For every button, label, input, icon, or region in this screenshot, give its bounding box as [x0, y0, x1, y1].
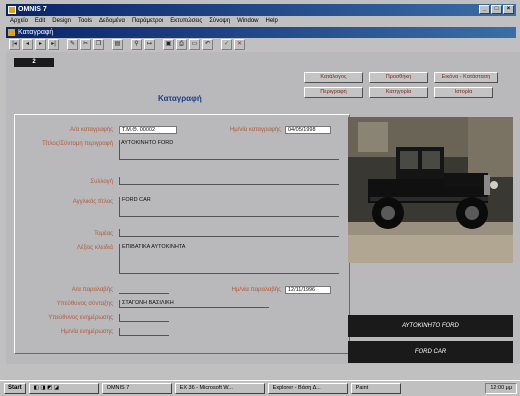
record-number: 2 [14, 58, 54, 67]
menu-window[interactable]: Window [237, 16, 258, 27]
menu-edit[interactable]: Edit [35, 16, 45, 27]
keywords-field[interactable]: ΕΠΙΒΑΤΙΚΑ ΑΥΤΟΚΙΝΗΤΑ [119, 244, 339, 274]
menu-summary[interactable]: Σύνοψη [209, 16, 230, 27]
task-paint[interactable]: Paint [350, 383, 401, 394]
goto-icon[interactable]: ↦ [144, 39, 155, 50]
menu-reports[interactable]: Εκτυπώσεις [170, 16, 202, 27]
close-icon[interactable]: × [503, 5, 514, 14]
exhibit-photo [348, 117, 513, 263]
task-explorer[interactable]: Explorer - Βάση Δ... [267, 383, 348, 394]
menu-file[interactable]: Αρχείο [10, 16, 28, 27]
start-button[interactable]: Start [4, 383, 26, 394]
menu-design[interactable]: Design [52, 16, 71, 27]
collection-label: Συλλογή [90, 179, 113, 185]
description-button[interactable]: Περιγραφή [304, 87, 363, 98]
quick-launch[interactable]: ◧ ◨ ◩ ◪ [28, 383, 99, 394]
receipt-number-field[interactable] [119, 286, 169, 294]
next-record-icon[interactable]: ▸ [35, 39, 46, 50]
edit-icon[interactable]: ✎ [67, 39, 78, 50]
english-title-field[interactable]: FORD CAR [119, 197, 339, 217]
cut-icon[interactable]: ✂ [80, 39, 91, 50]
collection-field[interactable] [119, 177, 339, 185]
menu-tools[interactable]: Tools [78, 16, 92, 27]
section-field[interactable] [119, 229, 339, 237]
print-icon[interactable]: ⎙ [176, 39, 187, 50]
menu-bar: Αρχείο Edit Design Tools Δεδομένα Παράμε… [6, 16, 516, 27]
caption-greek: ΑΥΤΟΚΙΝΗΤΟ FORD [348, 315, 513, 337]
find-icon[interactable]: ▤ [112, 39, 123, 50]
list-button[interactable]: Κατάλογος [304, 72, 363, 83]
catalog-date-field[interactable]: 04/05/1998 [285, 126, 331, 134]
first-record-icon[interactable]: |◂ [9, 39, 20, 50]
receipt-date-label: Ημ/νία παραλαβής [231, 287, 281, 293]
delete-icon[interactable]: ▭ [189, 39, 200, 50]
taskbar: Start ◧ ◨ ◩ ◪ OMNIS 7 EX 36 - Microsoft … [0, 380, 520, 396]
vintage-car-image [348, 117, 513, 263]
owner-responsible-field[interactable]: ΣΤΑΓΩΝΗ ΒΑΣΙΛΙΚΗ [119, 300, 269, 308]
history-button[interactable]: Ιστορία [434, 87, 493, 98]
form-window-icon [8, 29, 15, 36]
update-responsible-field[interactable] [119, 314, 169, 322]
receipt-number-label: Α/α παραλαβής [71, 287, 113, 293]
system-tray-clock: 12:00 μμ [485, 383, 517, 394]
task-omnis[interactable]: OMNIS 7 [101, 383, 172, 394]
binoculars-icon[interactable]: ⚲ [131, 39, 142, 50]
omnis-app-icon [8, 6, 16, 14]
form-title: Καταγραφή [158, 94, 202, 103]
category-button[interactable]: Κατηγορία [369, 87, 428, 98]
title-description-label: Τίτλος/Σύντομη περιγραφή [42, 141, 113, 147]
add-button[interactable]: Προσθήκη [369, 72, 428, 83]
last-record-icon[interactable]: ▸| [48, 39, 59, 50]
task-word[interactable]: EX 36 - Microsoft W... [174, 383, 265, 394]
update-date-field[interactable] [119, 328, 169, 336]
menu-parameters[interactable]: Παράμετροι [132, 16, 163, 27]
record-panel: Α/α καταγραφής Τ.Μ.Θ. 00002 Ημ/νία καταγ… [14, 114, 350, 354]
title-description-field[interactable]: ΑΥΤΟΚΙΝΗΤΟ FORD [119, 140, 339, 160]
form-window-title: Καταγραφή [18, 29, 54, 36]
cancel-icon[interactable]: ✕ [234, 39, 245, 50]
update-responsible-label: Υπεύθυνος ενημέρωσης [48, 315, 113, 321]
form-window-title-bar: Καταγραφή [6, 27, 516, 38]
copy-icon[interactable]: ❐ [93, 39, 104, 50]
menu-help[interactable]: Help [266, 16, 278, 27]
keywords-label: Λέξεις κλειδιά [76, 245, 113, 251]
menu-data[interactable]: Δεδομένα [99, 16, 125, 27]
save-icon[interactable]: ▣ [163, 39, 174, 50]
owner-responsible-label: Υπεύθυνος σύνταξης [56, 301, 113, 307]
app-title-bar: OMNIS 7 _ □ × [6, 4, 516, 16]
check-icon[interactable]: ✓ [221, 39, 232, 50]
undo-icon[interactable]: ↶ [202, 39, 213, 50]
receipt-date-field[interactable]: 12/11/1996 [285, 286, 331, 294]
catalog-date-label: Ημ/νία καταγραφής [229, 127, 281, 133]
maximize-icon[interactable]: □ [491, 5, 502, 14]
caption-english: FORD CAR [348, 341, 513, 363]
app-title: OMNIS 7 [18, 6, 47, 13]
toolbar: |◂ ◂ ▸ ▸| ✎ ✂ ❐ ▤ ⚲ ↦ ▣ ⎙ ▭ ↶ ✓ ✕ [6, 38, 516, 52]
catalog-number-field[interactable]: Τ.Μ.Θ. 00002 [119, 126, 177, 134]
update-date-label: Ημ/νία ενημέρωσης [60, 329, 113, 335]
image-status-button[interactable]: Εικόνα - Κατάσταση [434, 72, 498, 83]
minimize-icon[interactable]: _ [479, 5, 490, 14]
section-label: Τομέας [94, 231, 113, 237]
previous-record-icon[interactable]: ◂ [22, 39, 33, 50]
english-title-label: Αγγλικός τίτλος [72, 199, 113, 205]
catalog-number-label: Α/α καταγραφής [70, 127, 113, 133]
